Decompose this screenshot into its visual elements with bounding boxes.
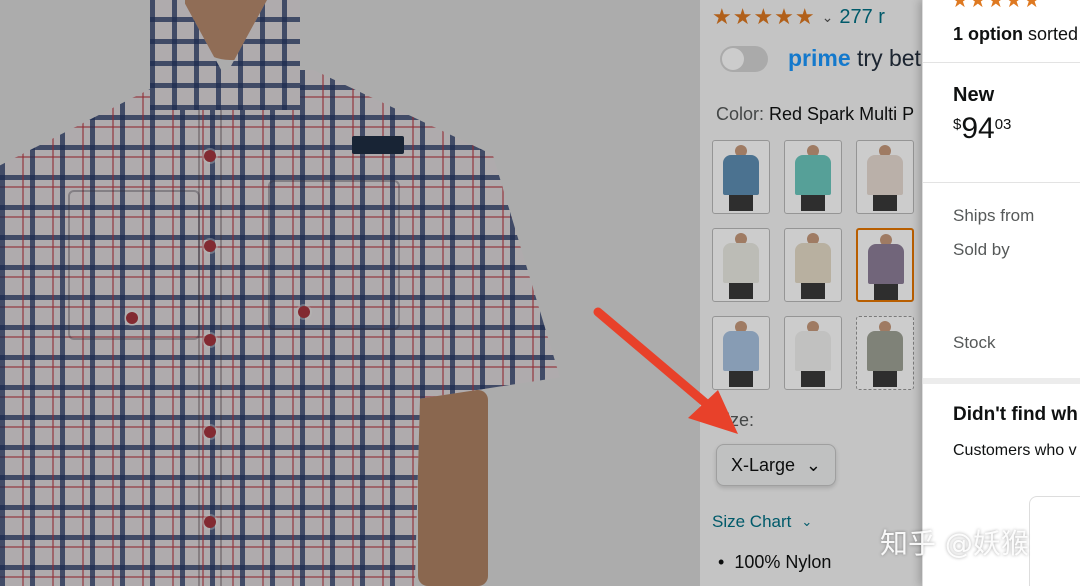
color-swatch[interactable] <box>856 140 914 214</box>
recommendation-card[interactable] <box>1029 496 1080 586</box>
section-divider <box>923 378 1080 384</box>
color-swatch[interactable] <box>784 228 842 302</box>
swatch-shirt <box>795 331 831 371</box>
swatch-shirt <box>867 331 903 371</box>
swatch-shirt <box>867 155 903 195</box>
star-rating-icon: ★★★★★ <box>712 4 816 29</box>
swatch-model-legs <box>801 283 825 299</box>
options-count: 1 option <box>953 24 1023 44</box>
zhihu-watermark: 知乎 @妖猴 <box>880 527 1029 560</box>
customers-also-text: Customers who v <box>953 442 1077 459</box>
divider <box>923 62 1080 63</box>
options-sort-text: 1 option sorted <box>953 24 1078 45</box>
swatch-shirt <box>723 243 759 283</box>
feature-bullets: 100% Nylon <box>718 552 831 573</box>
ships-from-label: Ships from <box>953 206 1035 225</box>
color-value: Red Spark Multi P <box>769 104 915 124</box>
swatch-model-legs <box>729 283 753 299</box>
options-sort-label: sorted <box>1023 24 1079 44</box>
rating-row[interactable]: ★★★★★ ⌄ 277 r <box>712 4 885 30</box>
price-currency: $ <box>953 116 962 133</box>
price-whole: 94 <box>961 112 995 145</box>
color-swatch[interactable] <box>712 228 770 302</box>
prime-trial-row: prime try bet <box>720 45 921 72</box>
chevron-down-icon: ⌄ <box>805 454 821 475</box>
prime-logo-text: prime <box>788 45 851 71</box>
swatch-shirt <box>868 244 904 284</box>
size-selected-value: X-Large <box>731 454 796 475</box>
star-rating-icon: ★★★★★ <box>951 0 1041 12</box>
ratings-count-link[interactable]: 277 r <box>839 6 885 29</box>
prime-offer-text[interactable]: prime try bet <box>788 45 921 72</box>
color-selection-label: Color: Red Spark Multi P <box>716 104 914 125</box>
size-dropdown[interactable]: X-Large ⌄ <box>716 444 836 486</box>
annotation-arrow-icon <box>593 307 738 434</box>
feature-bullet: 100% Nylon <box>718 552 831 573</box>
didnt-find-heading: Didn't find wh <box>953 404 1078 425</box>
color-swatch[interactable] <box>856 316 914 390</box>
swatch-model-legs <box>729 195 753 211</box>
size-chart-link[interactable]: Size Chart ⌄ <box>712 512 812 532</box>
swatch-model-legs <box>873 371 897 387</box>
color-swatch[interactable] <box>784 140 842 214</box>
condition-label: New <box>953 84 995 106</box>
swatch-model-legs <box>801 195 825 211</box>
color-swatch[interactable] <box>856 228 914 302</box>
swatch-shirt <box>723 155 759 195</box>
swatch-shirt <box>795 243 831 283</box>
buy-box-panel: ★★★★★ 1 option sorted New $ 94 03 Ships … <box>922 0 1080 586</box>
color-swatch[interactable] <box>712 140 770 214</box>
product-main-image[interactable] <box>0 0 700 586</box>
prime-toggle[interactable] <box>720 45 768 72</box>
image-dim-overlay <box>0 0 700 586</box>
swatch-shirt <box>795 155 831 195</box>
offer-price: $ 94 03 <box>953 112 1011 146</box>
divider <box>923 182 1080 183</box>
swatch-model-legs <box>874 284 898 300</box>
chevron-down-icon: ⌄ <box>801 514 813 529</box>
swatch-model-legs <box>873 195 897 211</box>
product-details-column: ★★★★★ ⌄ 277 r prime try bet Color: Red S… <box>700 0 922 586</box>
prime-cta-text: try bet <box>857 45 921 71</box>
sold-by-label: Sold by <box>953 240 1010 259</box>
size-chart-label: Size Chart <box>712 512 792 531</box>
color-label: Color: <box>716 104 765 124</box>
price-fraction: 03 <box>994 116 1012 133</box>
stock-label: Stock <box>953 333 996 352</box>
swatch-model-legs <box>801 371 825 387</box>
chevron-down-icon[interactable]: ⌄ <box>822 9 834 26</box>
color-swatch[interactable] <box>784 316 842 390</box>
